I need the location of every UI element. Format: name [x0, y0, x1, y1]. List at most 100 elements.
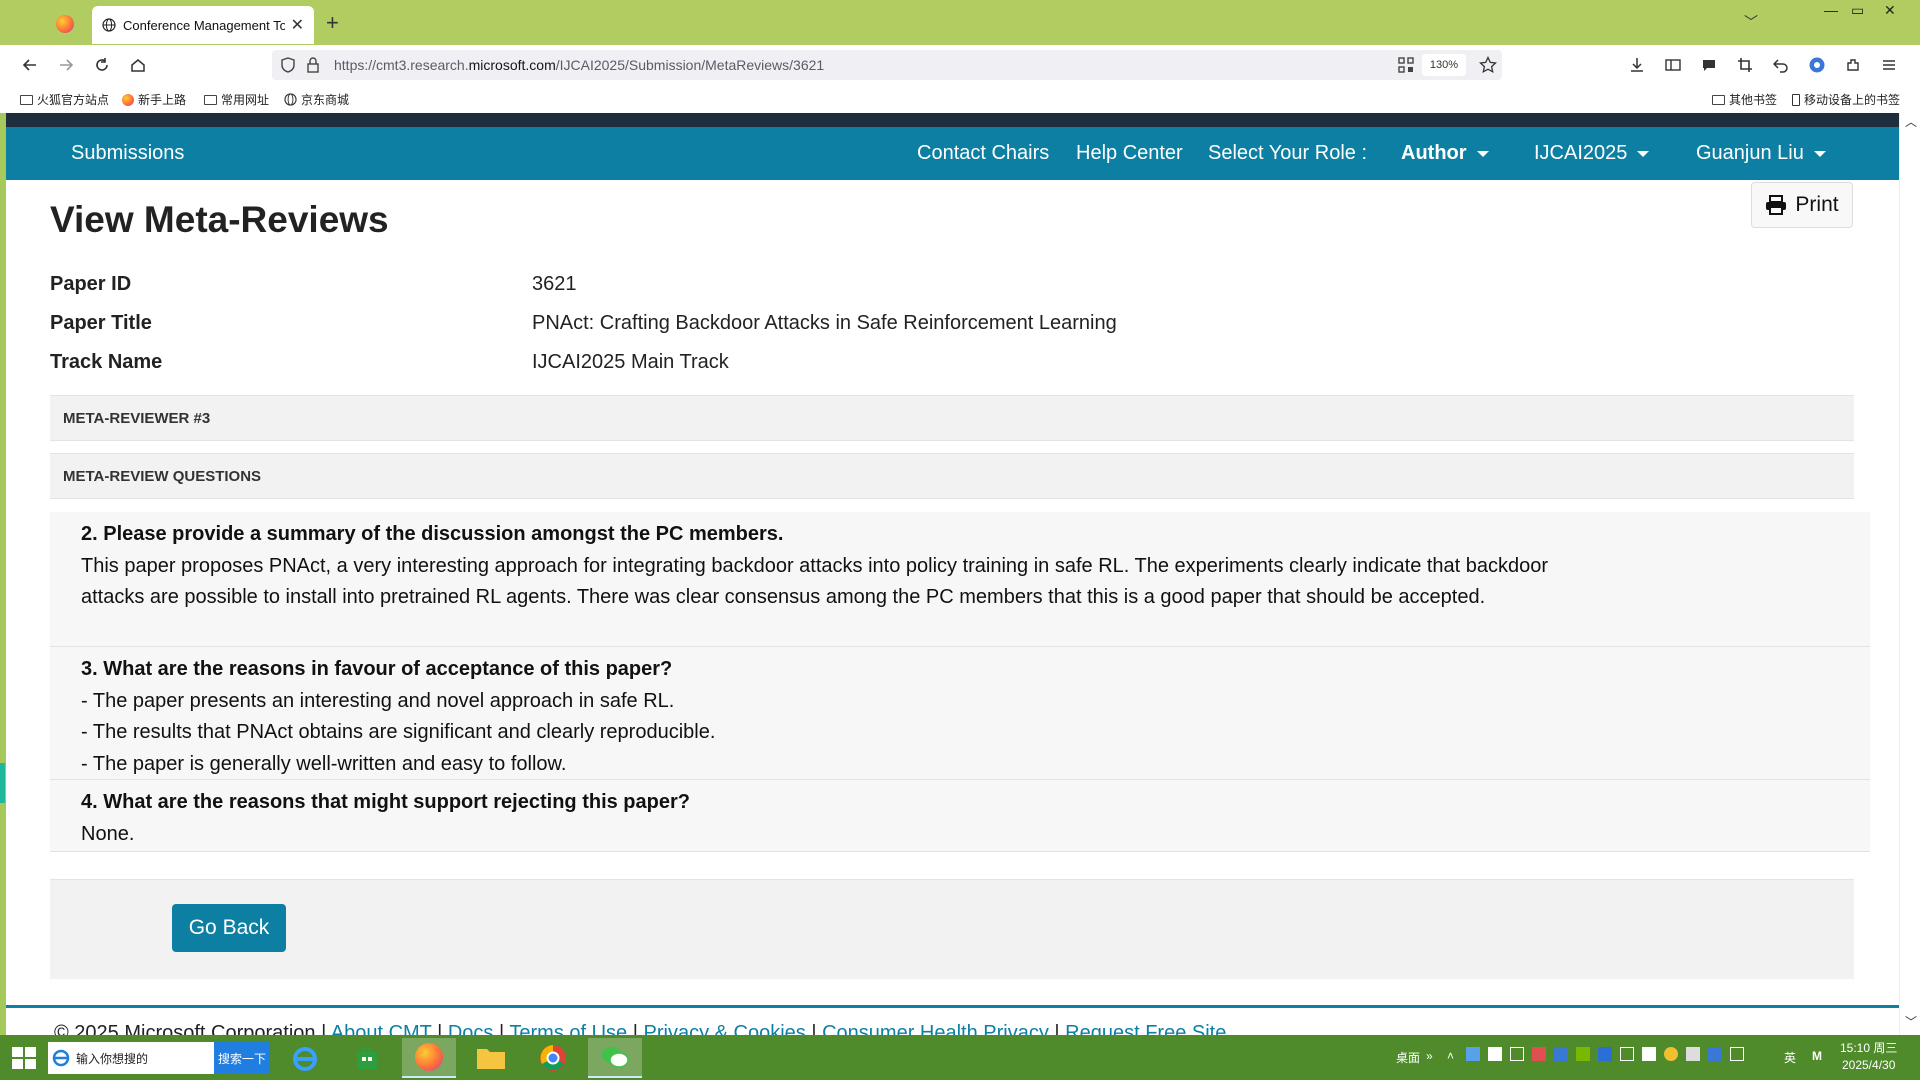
- tray-app-icon[interactable]: [1620, 1047, 1634, 1061]
- back-arrow-icon[interactable]: [18, 53, 42, 77]
- footer-link-request-site[interactable]: Request Free Site: [1065, 1022, 1226, 1035]
- chrome-icon[interactable]: [526, 1038, 580, 1078]
- bookmark-other[interactable]: 其他书签: [1712, 91, 1777, 108]
- close-window-icon[interactable]: ✕: [1884, 2, 1896, 19]
- tray-app-icon[interactable]: [1708, 1047, 1722, 1061]
- wechat-icon[interactable]: [588, 1038, 642, 1078]
- bookmark-mobile[interactable]: 移动设备上的书签: [1792, 91, 1900, 108]
- qa-item: 2. Please provide a summary of the discu…: [50, 512, 1870, 647]
- tab-title: Conference Management To: [123, 17, 285, 33]
- file-explorer-icon[interactable]: [464, 1038, 518, 1078]
- globe-icon: [102, 18, 116, 32]
- nvidia-icon[interactable]: [1576, 1047, 1590, 1061]
- browser-tab-active[interactable]: Conference Management To ✕: [92, 6, 314, 44]
- taskbar-search-button[interactable]: 搜索一下: [214, 1042, 270, 1074]
- volume-icon[interactable]: [1686, 1047, 1700, 1061]
- conference-dropdown[interactable]: IJCAI2025: [1534, 142, 1650, 165]
- nav-submissions[interactable]: Submissions: [71, 142, 184, 165]
- ime-mode-icon[interactable]: M: [1812, 1049, 1822, 1063]
- role-dropdown[interactable]: Author: [1401, 142, 1489, 165]
- scroll-up-icon[interactable]: ︿: [1905, 113, 1917, 130]
- tray-app-icon[interactable]: [1532, 1047, 1546, 1061]
- question-text: 3. What are the reasons in favour of acc…: [81, 658, 673, 680]
- page-scrollbar[interactable]: ︿ ﹀: [1899, 113, 1920, 1035]
- store-icon[interactable]: [340, 1038, 394, 1078]
- print-button[interactable]: Print: [1751, 182, 1853, 228]
- answer-text: - The paper presents an interesting and …: [81, 689, 716, 775]
- firefox-icon: [56, 15, 74, 33]
- bookmark-item[interactable]: 京东商城: [284, 91, 349, 108]
- new-tab-icon[interactable]: +: [326, 10, 339, 36]
- clock[interactable]: 15:10 周三 2025/4/30: [1840, 1040, 1897, 1074]
- network-icon[interactable]: [1642, 1047, 1656, 1061]
- zoom-level[interactable]: 130%: [1422, 54, 1466, 76]
- nav-help-center[interactable]: Help Center: [1076, 142, 1183, 165]
- caret-down-icon: [1476, 150, 1489, 157]
- bookmark-item[interactable]: 新手上路: [122, 91, 186, 108]
- bookmark-item[interactable]: 常用网址: [204, 91, 269, 108]
- lock-icon[interactable]: [306, 57, 320, 73]
- shield-icon[interactable]: [280, 57, 296, 73]
- minimize-icon[interactable]: —: [1824, 2, 1838, 18]
- tray-app-icon[interactable]: [1730, 1047, 1744, 1061]
- bookmark-star-icon[interactable]: [1479, 56, 1497, 74]
- side-indicator: [0, 763, 5, 803]
- printer-icon: [1766, 195, 1787, 215]
- bluetooth-icon[interactable]: [1598, 1047, 1612, 1061]
- ime-indicator[interactable]: 英: [1784, 1049, 1796, 1066]
- footer-link-health-privacy[interactable]: Consumer Health Privacy: [822, 1022, 1049, 1035]
- tray-app-icon[interactable]: [1664, 1047, 1678, 1061]
- folder-icon: [1712, 94, 1725, 105]
- nav-contact-chairs[interactable]: Contact Chairs: [917, 142, 1049, 165]
- tray-expand-icon[interactable]: »: [1426, 1049, 1433, 1063]
- back-panel: Go Back: [50, 879, 1854, 979]
- tray-app-icon[interactable]: [1466, 1047, 1480, 1061]
- hamburger-menu-icon[interactable]: [1877, 53, 1901, 77]
- user-dropdown[interactable]: Guanjun Liu: [1696, 142, 1826, 165]
- footer-link-terms[interactable]: Terms of Use: [509, 1022, 627, 1035]
- meta-review-questions-header: META-REVIEW QUESTIONS: [50, 453, 1854, 499]
- windows-taskbar: 输入你想搜的 搜索一下 桌面 » ˄ 英 M 15:10 周三 2025/4/3…: [0, 1035, 1920, 1080]
- meta-reviewer-header: META-REVIEWER #3: [50, 395, 1854, 441]
- home-icon[interactable]: [126, 53, 150, 77]
- extensions-icon[interactable]: [1841, 53, 1865, 77]
- firefox-taskbar-icon[interactable]: [402, 1038, 456, 1078]
- windows-start-icon[interactable]: [12, 1047, 36, 1069]
- internet-explorer-icon[interactable]: [278, 1038, 332, 1078]
- info-label: Paper Title: [50, 312, 152, 334]
- desktop-label[interactable]: 桌面: [1396, 1049, 1420, 1066]
- sidebar-icon[interactable]: [1661, 53, 1685, 77]
- reload-icon[interactable]: [90, 53, 114, 77]
- tray-app-icon[interactable]: [1488, 1047, 1502, 1061]
- forward-arrow-icon[interactable]: [54, 53, 78, 77]
- app-navigation: Submissions Contact Chairs Help Center S…: [6, 127, 1899, 180]
- bookmark-item[interactable]: 火狐官方站点: [20, 91, 109, 108]
- list-tabs-chevron-icon[interactable]: ﹀: [1744, 12, 1758, 32]
- footer-link-about[interactable]: About CMT: [331, 1022, 432, 1035]
- vpn-globe-icon[interactable]: [1805, 53, 1829, 77]
- downloads-icon[interactable]: [1625, 53, 1649, 77]
- footer-link-privacy[interactable]: Privacy & Cookies: [644, 1022, 806, 1035]
- clock-time: 15:10 周三: [1840, 1041, 1898, 1055]
- footer-link-docs[interactable]: Docs: [448, 1022, 494, 1035]
- tray-app-icon[interactable]: [1510, 1047, 1524, 1061]
- chat-icon[interactable]: [1697, 53, 1721, 77]
- close-tab-icon[interactable]: ✕: [291, 15, 304, 35]
- taskbar-search-input[interactable]: 输入你想搜的: [48, 1042, 214, 1074]
- system-tray-icons: [1466, 1047, 1744, 1061]
- go-back-button[interactable]: Go Back: [172, 904, 286, 952]
- firefox-view-tab[interactable]: [40, 7, 90, 41]
- browser-tab-bar: Conference Management To ✕ + ﹀ — ▭ ✕: [0, 0, 1920, 45]
- undo-icon[interactable]: [1769, 53, 1793, 77]
- screenshot-crop-icon[interactable]: [1733, 53, 1757, 77]
- tray-chevron-up-icon[interactable]: ˄: [1447, 1049, 1454, 1063]
- url-text[interactable]: https://cmt3.research.microsoft.com/IJCA…: [334, 57, 824, 73]
- maximize-icon[interactable]: ▭: [1851, 2, 1864, 19]
- address-bar[interactable]: https://cmt3.research.microsoft.com/IJCA…: [272, 50, 1502, 80]
- qr-code-icon[interactable]: [1398, 57, 1414, 73]
- caret-down-icon: [1813, 150, 1826, 157]
- answer-text: None.: [81, 822, 135, 845]
- scroll-down-icon[interactable]: ﹀: [1905, 1013, 1917, 1030]
- tray-app-icon[interactable]: [1554, 1047, 1568, 1061]
- folder-icon: [204, 94, 217, 105]
